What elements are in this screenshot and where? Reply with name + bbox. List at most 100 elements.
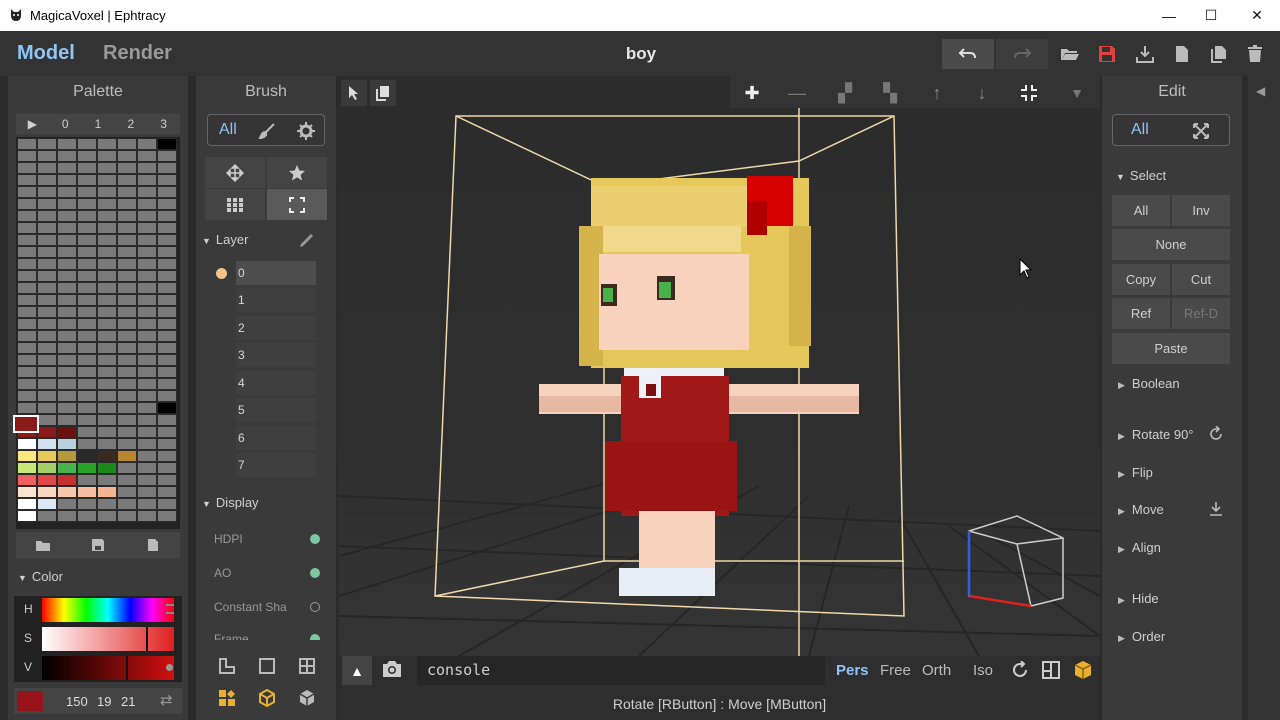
paste-button[interactable]: Paste [1112, 333, 1230, 364]
palette-swatch[interactable] [57, 222, 77, 234]
palette-save-button[interactable] [71, 532, 126, 558]
palette-swatch[interactable] [117, 222, 137, 234]
brush-icon[interactable] [258, 122, 276, 140]
palette-swatch[interactable] [17, 378, 37, 390]
palette-swatch[interactable] [157, 438, 177, 450]
palette-swatch[interactable] [37, 462, 57, 474]
palette-swatch[interactable] [157, 318, 177, 330]
palette-swatch[interactable] [17, 498, 37, 510]
camera-iso-button[interactable]: Iso [973, 662, 993, 679]
palette-swatch[interactable] [57, 318, 77, 330]
layer-row[interactable]: 0 [208, 261, 326, 285]
color-section-header[interactable]: ▼ Color [18, 569, 63, 584]
palette-swatch[interactable] [117, 342, 137, 354]
palette-swatch[interactable] [117, 414, 137, 426]
palette-swatch[interactable] [57, 150, 77, 162]
delete-button[interactable] [1237, 39, 1273, 69]
palette-swatch[interactable] [37, 258, 57, 270]
voxel-viewport[interactable] [339, 76, 1100, 656]
palette-swatch[interactable] [77, 198, 97, 210]
palette-swatch[interactable] [17, 510, 37, 522]
palette-swatch[interactable] [37, 150, 57, 162]
palette-swatch[interactable] [97, 162, 117, 174]
download-icon[interactable] [1208, 501, 1224, 517]
palette-swatch[interactable] [137, 258, 157, 270]
palette-swatch[interactable] [137, 270, 157, 282]
cube-view-icon[interactable] [1073, 660, 1093, 680]
undo-button[interactable] [942, 39, 994, 69]
palette-swatch[interactable] [137, 378, 157, 390]
palette-swatch[interactable] [57, 174, 77, 186]
palette-swatch[interactable] [137, 486, 157, 498]
color-r-value[interactable]: 150 [66, 694, 88, 709]
palette-swatch[interactable] [37, 366, 57, 378]
palette-swatch[interactable] [37, 294, 57, 306]
palette-swatch[interactable] [17, 174, 37, 186]
layer-row[interactable]: 1 [208, 288, 326, 312]
palette-swatch[interactable] [17, 258, 37, 270]
palette-swatch[interactable] [137, 474, 157, 486]
palette-swatch[interactable] [137, 510, 157, 522]
rotate-section-header[interactable]: ▶ Rotate 90° [1118, 427, 1194, 442]
palette-tab-2[interactable]: 2 [114, 114, 147, 134]
select-invert-button[interactable]: Inv [1172, 195, 1230, 226]
palette-swatch[interactable] [117, 138, 137, 150]
cube-solid-icon[interactable] [298, 689, 316, 707]
palette-swatch[interactable] [57, 162, 77, 174]
layer-row[interactable]: 3 [208, 343, 326, 367]
palette-swatch[interactable] [157, 186, 177, 198]
palette-swatch[interactable] [37, 246, 57, 258]
palette-swatch[interactable] [97, 258, 117, 270]
palette-swatch[interactable] [157, 150, 177, 162]
palette-swatch[interactable] [137, 342, 157, 354]
palette-swatch[interactable] [37, 498, 57, 510]
palette-swatch[interactable] [17, 294, 37, 306]
palette-swatch[interactable] [117, 474, 137, 486]
palette-swatch[interactable] [77, 486, 97, 498]
palette-swatch[interactable] [117, 450, 137, 462]
palette-swatch[interactable] [117, 510, 137, 522]
layer-section-header[interactable]: ▼ Layer [202, 232, 248, 247]
palette-swatch[interactable] [17, 354, 37, 366]
palette-swatch[interactable] [57, 198, 77, 210]
palette-swatch[interactable] [57, 378, 77, 390]
palette-swatch[interactable] [37, 222, 57, 234]
palette-swatch[interactable] [117, 210, 137, 222]
select-section-header[interactable]: ▼ Select [1116, 168, 1166, 183]
palette-swatch[interactable] [157, 414, 177, 426]
palette-swatch[interactable] [97, 402, 117, 414]
palette-swatch[interactable] [97, 486, 117, 498]
palette-swatch[interactable] [117, 294, 137, 306]
palette-swatch[interactable] [77, 510, 97, 522]
palette-swatch[interactable] [157, 162, 177, 174]
palette-swatch[interactable] [97, 234, 117, 246]
palette-swatch[interactable] [37, 378, 57, 390]
palette-swatch[interactable] [97, 210, 117, 222]
palette-swatch[interactable] [37, 426, 57, 438]
palette-swatch[interactable] [77, 282, 97, 294]
palette-swatch[interactable] [137, 234, 157, 246]
palette-swatch[interactable] [77, 462, 97, 474]
palette-swatch[interactable] [77, 294, 97, 306]
palette-swatch[interactable] [157, 498, 177, 510]
palette-swatch[interactable] [57, 330, 77, 342]
palette-swatch[interactable] [97, 438, 117, 450]
display-item-frame[interactable]: Frame [214, 632, 249, 640]
palette-swatch[interactable] [157, 474, 177, 486]
palette-swatch[interactable] [57, 138, 77, 150]
palette-swatch[interactable] [57, 258, 77, 270]
palette-swatch[interactable] [57, 450, 77, 462]
layer-visible-dot-icon[interactable] [216, 268, 227, 279]
palette-swatch[interactable] [17, 210, 37, 222]
palette-swatch[interactable] [37, 390, 57, 402]
palette-swatch[interactable] [17, 486, 37, 498]
palette-swatch[interactable] [117, 354, 137, 366]
palette-swatch[interactable] [77, 306, 97, 318]
palette-swatch[interactable] [97, 354, 117, 366]
palette-swatch[interactable] [37, 474, 57, 486]
mode-model-tab[interactable]: Model [17, 42, 75, 65]
palette-swatch[interactable] [137, 390, 157, 402]
palette-swatch[interactable] [137, 462, 157, 474]
new-file-button[interactable] [1164, 39, 1200, 69]
palette-swatch[interactable] [17, 330, 37, 342]
